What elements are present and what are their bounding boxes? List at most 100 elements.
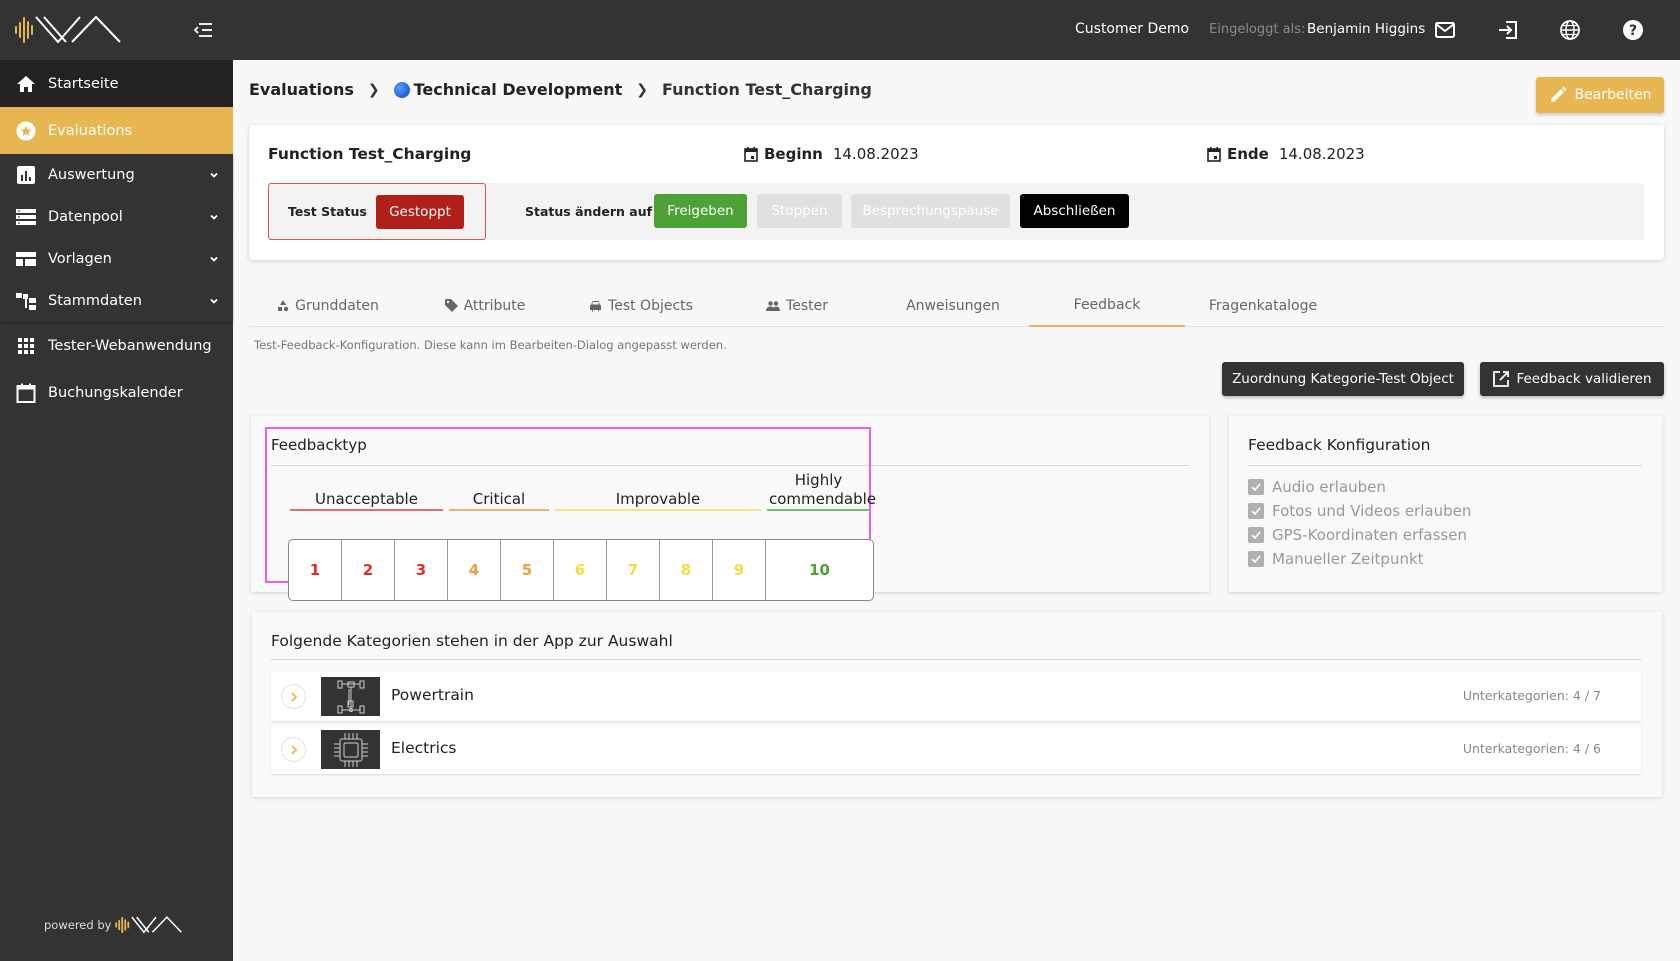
- validate-feedback-button[interactable]: Feedback validieren: [1480, 362, 1664, 396]
- end-value: 14.08.2023: [1278, 145, 1365, 163]
- chip-icon: [321, 730, 380, 769]
- tab-test-objects[interactable]: Test Objects: [563, 284, 719, 327]
- tab-label: Test Objects: [608, 297, 693, 314]
- chevron-right-icon: [290, 744, 297, 755]
- group-label: Highly commendable: [769, 471, 877, 508]
- end-date: Ende 14.08.2023: [1207, 145, 1365, 163]
- globe-icon[interactable]: [1559, 19, 1581, 41]
- feedback-config-card: Feedback Konfiguration Audio erlauben Fo…: [1229, 416, 1662, 592]
- option-manual-time[interactable]: Manueller Zeitpunkt: [1248, 550, 1424, 568]
- status-badge: Gestoppt: [376, 195, 464, 229]
- subcategory-count: Unterkategorien: 4 / 7: [1462, 688, 1601, 703]
- option-label: Fotos und Videos erlauben: [1272, 502, 1472, 520]
- group-underline: [555, 509, 761, 511]
- open-external-icon: [1493, 371, 1510, 387]
- sidebar-item-vorlagen[interactable]: Vorlagen: [0, 238, 233, 280]
- sidebar-item-buchungskalender[interactable]: Buchungskalender: [0, 372, 233, 414]
- tab-grunddaten[interactable]: Grunddaten: [249, 284, 407, 327]
- sidebar-item-label: Startseite: [48, 75, 119, 92]
- sidebar-item-startseite[interactable]: Startseite: [0, 60, 233, 107]
- group-label: Improvable: [615, 490, 701, 508]
- scale-cell-2[interactable]: 2: [342, 540, 395, 600]
- option-photos-videos[interactable]: Fotos und Videos erlauben: [1248, 502, 1471, 520]
- assign-category-label: Zuordnung Kategorie-Test Object: [1232, 371, 1454, 387]
- test-status-label: Test Status: [288, 204, 367, 219]
- chevron-right-icon: ❯: [636, 81, 648, 98]
- tab-anweisungen[interactable]: Anweisungen: [875, 284, 1031, 327]
- tab-tester[interactable]: Tester: [719, 284, 875, 327]
- help-icon[interactable]: ?: [1622, 19, 1644, 41]
- chevron-down-icon: [210, 214, 218, 220]
- scale-cell-7[interactable]: 7: [607, 540, 660, 600]
- tenant-name[interactable]: Customer Demo: [1075, 21, 1189, 37]
- checkbox-checked-icon[interactable]: [1248, 479, 1264, 495]
- option-audio[interactable]: Audio erlauben: [1248, 478, 1386, 496]
- tab-feedback[interactable]: Feedback: [1029, 284, 1185, 327]
- scale-cell-5[interactable]: 5: [501, 540, 554, 600]
- option-label: Manueller Zeitpunkt: [1272, 550, 1424, 568]
- sidebar-item-label: Vorlagen: [48, 251, 112, 267]
- collapse-sidebar-icon[interactable]: [192, 20, 214, 40]
- people-icon: [766, 300, 781, 311]
- scale-cell-6[interactable]: 6: [554, 540, 607, 600]
- logged-in-label: Eingeloggt als:: [1209, 22, 1306, 37]
- expand-button[interactable]: [281, 737, 306, 762]
- tab-fragenkataloge[interactable]: Fragenkataloge: [1185, 284, 1341, 327]
- scale-cell-4[interactable]: 4: [448, 540, 501, 600]
- evaluation-header-card: Function Test_Charging Beginn 14.08.2023…: [249, 125, 1664, 260]
- sidebar-item-auswertung[interactable]: Auswertung: [0, 154, 233, 196]
- group-underline: [290, 509, 443, 511]
- scale-cell-9[interactable]: 9: [713, 540, 766, 600]
- user-name[interactable]: Benjamin Higgins: [1307, 21, 1425, 37]
- checkbox-checked-icon[interactable]: [1248, 503, 1264, 519]
- chevron-down-icon: [210, 298, 218, 304]
- scale-cell-8[interactable]: 8: [660, 540, 713, 600]
- category-row-powertrain[interactable]: Powertrain Unterkategorien: 4 / 7: [271, 672, 1641, 721]
- scale-cell-1[interactable]: 1: [289, 540, 342, 600]
- highlight-box: Unacceptable Critical Improvable Highly com…: [265, 427, 877, 601]
- tab-label: Anweisungen: [906, 297, 1000, 314]
- sidebar-item-evaluations[interactable]: Evaluations: [0, 107, 233, 154]
- edit-button-label: Bearbeiten: [1574, 87, 1652, 103]
- expand-button[interactable]: [281, 684, 306, 709]
- release-button[interactable]: Freigeben: [654, 194, 747, 228]
- complete-button[interactable]: Abschließen: [1020, 194, 1129, 228]
- group-underline: [449, 509, 549, 511]
- edit-button[interactable]: Bearbeiten: [1536, 77, 1664, 113]
- chevron-right-icon: ❯: [367, 81, 380, 98]
- logout-icon[interactable]: [1497, 19, 1519, 41]
- change-status-label: Status ändern auf: [525, 204, 653, 219]
- home-icon: [17, 75, 35, 92]
- breadcrumb-evaluations[interactable]: Evaluations: [249, 80, 354, 99]
- sidebar-item-stammdaten[interactable]: Stammdaten: [0, 280, 233, 322]
- category-name: Powertrain: [391, 686, 474, 704]
- svg-text:?: ?: [1629, 23, 1637, 39]
- feedback-type-card: Feedbacktyp Unacceptable Critical Improvab…: [251, 416, 1209, 601]
- chevron-right-icon: [290, 691, 297, 702]
- breadcrumb-project[interactable]: Technical Development: [414, 80, 623, 99]
- star-icon: [16, 121, 36, 140]
- stop-button: Stoppen: [757, 194, 842, 228]
- scale-cell-3[interactable]: 3: [395, 540, 448, 600]
- checkbox-checked-icon[interactable]: [1248, 527, 1264, 543]
- option-gps[interactable]: GPS-Koordinaten erfassen: [1248, 526, 1467, 544]
- storage-icon: [16, 209, 36, 225]
- template-icon: [16, 252, 36, 266]
- breadcrumb-current: Function Test_Charging: [661, 80, 872, 99]
- tab-attribute[interactable]: Attribute: [407, 284, 563, 327]
- begin-date: Beginn 14.08.2023: [744, 145, 919, 163]
- car-icon: [590, 300, 602, 311]
- shapes-icon: [278, 299, 289, 311]
- assign-category-button[interactable]: Zuordnung Kategorie-Test Object: [1222, 362, 1464, 396]
- category-row-electrics[interactable]: Electrics Unterkategorien: 4 / 6: [271, 725, 1641, 774]
- sidebar-item-datenpool[interactable]: Datenpool: [0, 196, 233, 238]
- mail-icon[interactable]: [1434, 19, 1456, 41]
- feedback-config-title: Feedback Konfiguration: [1248, 436, 1431, 454]
- sidebar-item-tester-webanwendung[interactable]: Tester-Webanwendung: [0, 325, 233, 367]
- sidebar-item-label: Datenpool: [48, 209, 123, 225]
- brand-logo[interactable]: [14, 14, 130, 46]
- calendar-icon: [744, 146, 758, 162]
- scale-cell-10[interactable]: 10: [766, 540, 873, 600]
- checkbox-checked-icon[interactable]: [1248, 551, 1264, 567]
- sidebar-item-label: Tester-Webanwendung: [48, 338, 212, 354]
